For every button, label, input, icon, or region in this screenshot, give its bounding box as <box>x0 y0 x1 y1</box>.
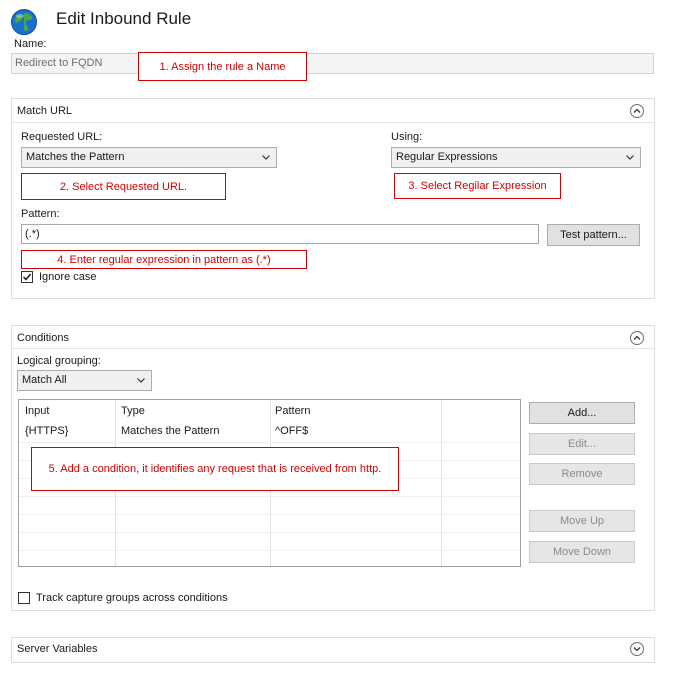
cell-pattern: ^OFF$ <box>275 425 309 437</box>
column-header-type[interactable]: Type <box>121 405 145 417</box>
requested-url-label: Requested URL: <box>21 131 103 143</box>
chevron-down-icon <box>262 155 270 160</box>
logical-grouping-dropdown[interactable]: Match All <box>17 370 152 391</box>
logical-grouping-value: Match All <box>22 374 67 386</box>
server-variables-header: Server Variables <box>17 643 98 655</box>
name-label: Name: <box>14 38 47 50</box>
track-capture-checkbox[interactable] <box>18 592 30 604</box>
pattern-input[interactable]: (.*) <box>21 224 539 244</box>
using-label: Using: <box>391 131 423 143</box>
conditions-header: Conditions <box>17 332 69 344</box>
annotation-4: 4. Enter regular expression in pattern a… <box>21 250 307 269</box>
row-divider <box>19 532 520 533</box>
chevron-up-circle-icon[interactable] <box>630 331 644 345</box>
remove-condition-button[interactable]: Remove <box>529 463 635 485</box>
annotation-2: 2. Select Requested URL. <box>21 173 226 200</box>
ignore-case-label[interactable]: Ignore case <box>39 271 96 283</box>
row-divider <box>19 514 520 515</box>
cell-type: Matches the Pattern <box>121 425 220 437</box>
row-divider <box>19 496 520 497</box>
edit-condition-button[interactable]: Edit... <box>529 433 635 455</box>
logical-grouping-label: Logical grouping: <box>17 355 101 367</box>
test-pattern-button[interactable]: Test pattern... <box>547 224 640 246</box>
cell-input: {HTTPS} <box>25 425 69 437</box>
chevron-up-circle-icon[interactable] <box>630 104 644 118</box>
row-divider <box>19 550 520 551</box>
table-row[interactable]: {HTTPS} Matches the Pattern ^OFF$ <box>19 421 520 440</box>
match-url-header: Match URL <box>17 105 73 117</box>
checkmark-icon <box>22 273 32 281</box>
name-field[interactable]: Redirect to FQDN <box>11 53 654 74</box>
add-condition-button[interactable]: Add... <box>529 402 635 424</box>
move-up-button[interactable]: Move Up <box>529 510 635 532</box>
column-header-pattern[interactable]: Pattern <box>275 405 310 417</box>
match-url-divider <box>12 122 654 123</box>
using-value: Regular Expressions <box>396 151 498 163</box>
chevron-down-icon <box>137 378 145 383</box>
row-divider <box>19 442 520 443</box>
pattern-label: Pattern: <box>21 208 60 220</box>
annotation-3: 3. Select Regilar Expression <box>394 173 561 199</box>
requested-url-value: Matches the Pattern <box>26 151 125 163</box>
chevron-down-icon <box>626 155 634 160</box>
server-variables-group[interactable] <box>11 637 655 663</box>
window-title: Edit Inbound Rule <box>56 9 192 28</box>
ignore-case-checkbox[interactable] <box>21 271 33 283</box>
chevron-down-circle-icon[interactable] <box>630 642 644 656</box>
annotation-5: 5. Add a condition, it identifies any re… <box>31 447 399 491</box>
column-header-input[interactable]: Input <box>25 405 49 417</box>
globe-icon <box>10 8 38 36</box>
conditions-divider <box>12 348 654 349</box>
using-dropdown[interactable]: Regular Expressions <box>391 147 641 168</box>
requested-url-dropdown[interactable]: Matches the Pattern <box>21 147 277 168</box>
move-down-button[interactable]: Move Down <box>529 541 635 563</box>
track-capture-label[interactable]: Track capture groups across conditions <box>36 592 228 604</box>
annotation-1: 1. Assign the rule a Name <box>138 52 307 81</box>
